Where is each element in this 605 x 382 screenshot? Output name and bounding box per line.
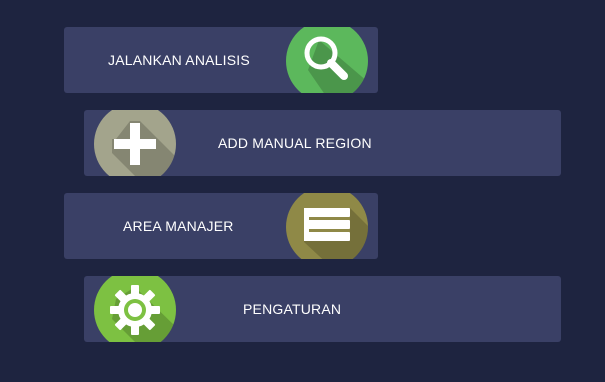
plus-icon <box>94 110 176 176</box>
add-manual-region-label: ADD MANUAL REGION <box>218 135 372 151</box>
area-manager-button[interactable]: AREA MANAJER <box>64 193 378 259</box>
run-analysis-button[interactable]: JALANKAN ANALISIS <box>64 27 378 93</box>
settings-button[interactable]: PENGATURAN <box>84 276 561 342</box>
settings-label: PENGATURAN <box>243 301 342 317</box>
area-manager-label: AREA MANAJER <box>123 218 234 234</box>
magnifier-icon <box>286 27 368 93</box>
run-analysis-label: JALANKAN ANALISIS <box>108 52 250 68</box>
add-manual-region-button[interactable]: ADD MANUAL REGION <box>84 110 561 176</box>
list-icon <box>286 193 368 259</box>
gear-icon <box>94 276 176 342</box>
